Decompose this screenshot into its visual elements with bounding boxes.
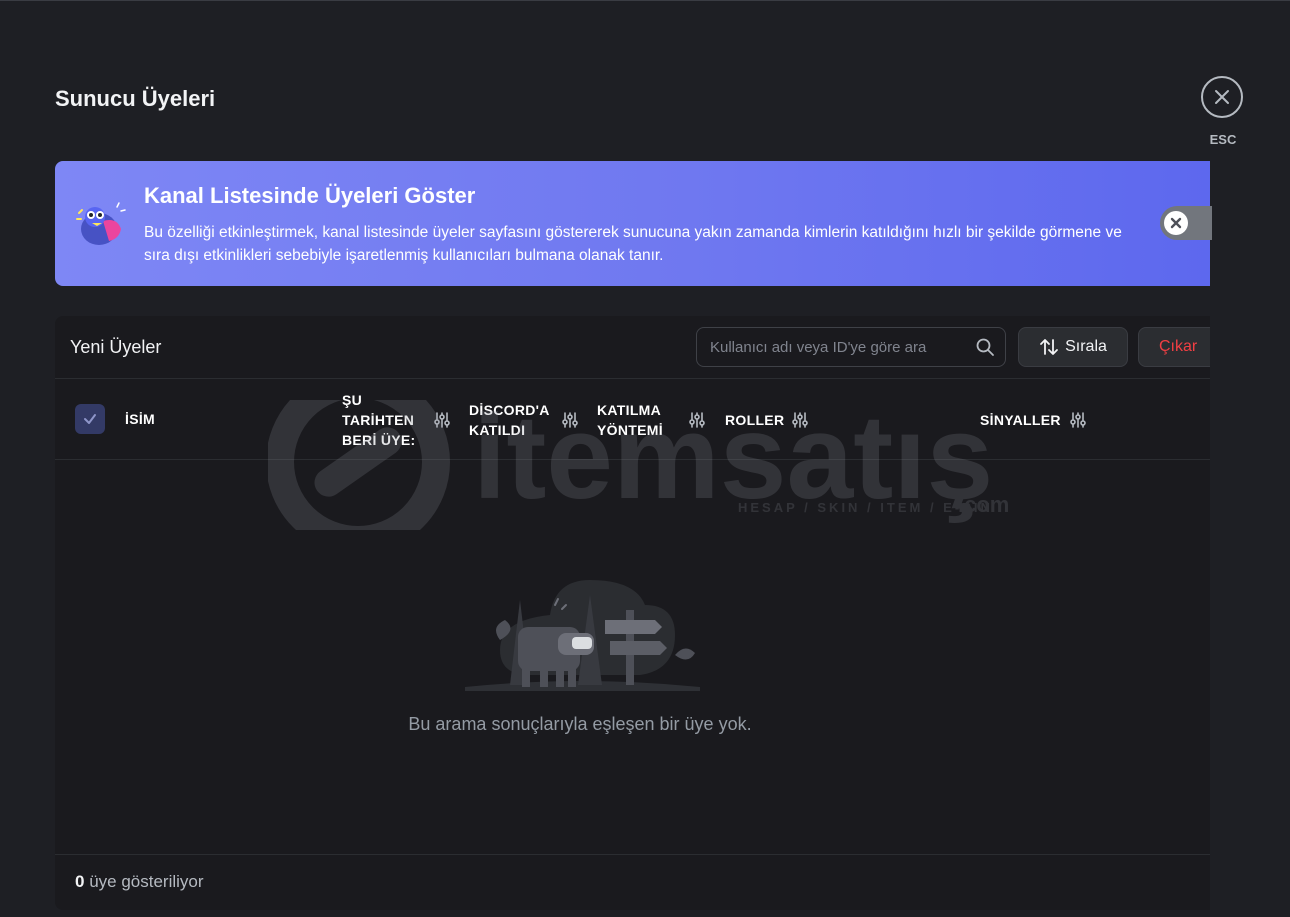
toggle-knob [1164, 211, 1188, 235]
header-divider [55, 378, 1210, 379]
member-count: 0 [75, 872, 85, 891]
filter-sliders-icon[interactable] [688, 411, 706, 429]
column-name[interactable]: İSİM [125, 409, 155, 429]
table-header-divider [55, 459, 1210, 460]
column-join-method-line1: KATILMA [597, 402, 662, 418]
sort-button[interactable]: Sırala [1018, 327, 1128, 367]
column-joined-discord[interactable]: DİSCORD'A KATILDI [469, 400, 550, 440]
column-roles[interactable]: ROLLER [725, 410, 784, 430]
empty-state-message: Bu arama sonuçlarıyla eşleşen bir üye yo… [408, 714, 752, 734]
page-title: Sunucu Üyeleri [55, 86, 216, 111]
remove-label: Çıkar [1159, 338, 1198, 355]
column-join-method-line2: YÖNTEMİ [597, 422, 663, 438]
panel-title: Yeni Üyeler [70, 337, 162, 357]
window-top-border [0, 0, 1290, 1]
column-joined-discord-line1: DİSCORD'A [469, 402, 550, 418]
column-joined-discord-line2: KATILDI [469, 422, 526, 438]
search-placeholder: Kullanıcı adı veya ID'ye göre ara [710, 339, 927, 356]
remove-button[interactable]: Çıkar [1138, 327, 1210, 367]
empty-state-illustration-icon [465, 580, 700, 691]
column-member-since-line1: ŞU [342, 392, 363, 408]
filter-sliders-icon[interactable] [1069, 411, 1087, 429]
member-count-footer: 0 üye gösteriliyor [75, 872, 204, 892]
column-member-since-line3: BERİ ÜYE: [342, 432, 416, 448]
check-icon [84, 414, 96, 424]
search-icon [976, 338, 994, 356]
filter-sliders-icon[interactable] [561, 411, 579, 429]
column-signals[interactable]: SİNYALLER [980, 410, 1061, 430]
member-count-label: üye gösteriliyor [89, 872, 204, 891]
filter-sliders-icon[interactable] [433, 411, 451, 429]
select-all-checkbox[interactable] [75, 404, 105, 434]
close-icon [1215, 90, 1229, 104]
banner-title: Kanal Listesinde Üyeleri Göster [144, 183, 476, 208]
column-join-method[interactable]: KATILMA YÖNTEMİ [597, 400, 663, 440]
sort-arrows-icon [1040, 339, 1058, 355]
close-button[interactable] [1201, 76, 1243, 118]
x-icon [1170, 217, 1182, 229]
mascot-illustration-icon [76, 202, 126, 245]
feature-banner: Kanal Listesinde Üyeleri Göster Bu özell… [55, 161, 1212, 286]
filter-sliders-icon[interactable] [791, 411, 809, 429]
show-members-toggle[interactable] [1160, 206, 1212, 240]
search-input[interactable]: Kullanıcı adı veya ID'ye göre ara [696, 327, 1006, 367]
column-member-since[interactable]: ŞU TARİHTEN BERİ ÜYE: [342, 390, 416, 450]
sort-label: Sırala [1065, 338, 1107, 355]
footer-divider [55, 854, 1210, 855]
column-member-since-line2: TARİHTEN [342, 412, 415, 428]
esc-label: ESC [1209, 132, 1237, 147]
banner-description: Bu özelliği etkinleştirmek, kanal listes… [144, 224, 1122, 264]
